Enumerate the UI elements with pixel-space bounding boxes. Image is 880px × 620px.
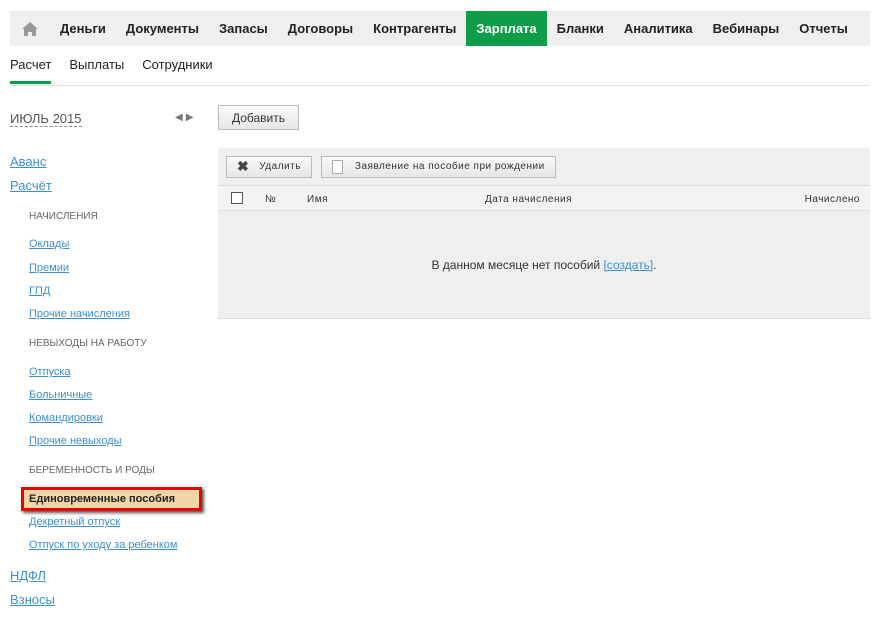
category-absences: НЕВЫХОДЫ НА РАБОТУ bbox=[29, 338, 147, 349]
sidebar-ndfl[interactable]: НДФЛ bbox=[10, 568, 46, 583]
col-date: Дата начисления bbox=[485, 194, 573, 205]
col-amount: Начислено bbox=[804, 194, 860, 205]
home-icon bbox=[22, 21, 38, 36]
tab-calculation[interactable]: Расчет bbox=[10, 57, 52, 84]
nav-webinars[interactable]: Вебинары bbox=[703, 11, 790, 46]
period-arrows[interactable]: ◀▶ bbox=[175, 112, 196, 123]
document-icon bbox=[331, 159, 343, 174]
tab-employees[interactable]: Сотрудники bbox=[142, 57, 212, 84]
sidebar-childcare-leave[interactable]: Отпуск по уходу за ребенком bbox=[29, 539, 177, 551]
sidebar-maternity-leave[interactable]: Декретный отпуск bbox=[29, 516, 120, 528]
close-icon: ✖ bbox=[237, 158, 250, 174]
sidebar-business-trips[interactable]: Командировки bbox=[29, 412, 103, 424]
sidebar-oklady[interactable]: Оклады bbox=[29, 238, 69, 250]
nav-stock[interactable]: Запасы bbox=[209, 11, 278, 46]
sub-navigation: Расчет Выплаты Сотрудники bbox=[10, 57, 213, 84]
tab-payments[interactable]: Выплаты bbox=[69, 57, 124, 84]
table-header: № Имя Дата начисления Начислено bbox=[218, 185, 870, 211]
period-selector[interactable]: ИЮЛЬ 2015 bbox=[10, 111, 82, 127]
delete-button[interactable]: ✖ Удалить bbox=[226, 155, 312, 178]
sidebar-other-absences[interactable]: Прочие невыходы bbox=[29, 435, 121, 447]
create-link[interactable]: [создать] bbox=[603, 258, 653, 272]
nav-reports[interactable]: Отчеты bbox=[789, 11, 858, 46]
nav-forms[interactable]: Бланки bbox=[547, 11, 614, 46]
col-number: № bbox=[265, 194, 277, 205]
nav-salary[interactable]: Зарплата bbox=[466, 11, 547, 46]
select-all-checkbox[interactable] bbox=[231, 192, 243, 204]
category-accruals: НАЧИСЛЕНИЯ bbox=[29, 211, 98, 222]
sidebar-other-accruals[interactable]: Прочие начисления bbox=[29, 308, 130, 320]
add-button[interactable]: Добавить bbox=[218, 105, 299, 130]
col-name: Имя bbox=[307, 194, 328, 205]
empty-text: В данном месяце нет пособий bbox=[431, 258, 604, 272]
empty-message: В данном месяце нет пособий [создать]. bbox=[218, 258, 870, 272]
delete-label: Удалить bbox=[259, 161, 301, 172]
nav-documents[interactable]: Документы bbox=[116, 11, 209, 46]
sidebar-lump-sum-benefits[interactable]: Единовременные пособия bbox=[21, 487, 202, 511]
statement-label: Заявление на пособие при рождении bbox=[354, 161, 545, 172]
sidebar-sick-leave[interactable]: Больничные bbox=[29, 389, 92, 401]
category-maternity: БЕРЕМЕННОСТЬ И РОДЫ bbox=[29, 465, 155, 476]
divider bbox=[10, 85, 870, 86]
sidebar-gpd[interactable]: ГПД bbox=[29, 285, 50, 297]
top-navigation: Деньги Документы Запасы Договоры Контраг… bbox=[10, 11, 870, 46]
statement-button[interactable]: Заявление на пособие при рождении bbox=[320, 155, 556, 178]
benefits-panel: ✖ Удалить Заявление на пособие при рожде… bbox=[218, 148, 870, 319]
empty-end: . bbox=[653, 258, 657, 272]
sidebar-premii[interactable]: Премии bbox=[29, 262, 69, 274]
sidebar-avans[interactable]: Аванс bbox=[10, 154, 46, 169]
toolbar: ✖ Удалить Заявление на пособие при рожде… bbox=[218, 148, 870, 185]
nav-contracts[interactable]: Договоры bbox=[278, 11, 363, 46]
sidebar-vacations[interactable]: Отпуска bbox=[29, 366, 71, 378]
nav-money[interactable]: Деньги bbox=[50, 11, 116, 46]
nav-analytics[interactable]: Аналитика bbox=[614, 11, 703, 46]
sidebar-contributions[interactable]: Взносы bbox=[10, 592, 55, 607]
sidebar-raschet[interactable]: Расчёт bbox=[10, 178, 52, 193]
home-button[interactable] bbox=[10, 11, 50, 46]
nav-contractors[interactable]: Контрагенты bbox=[363, 11, 466, 46]
